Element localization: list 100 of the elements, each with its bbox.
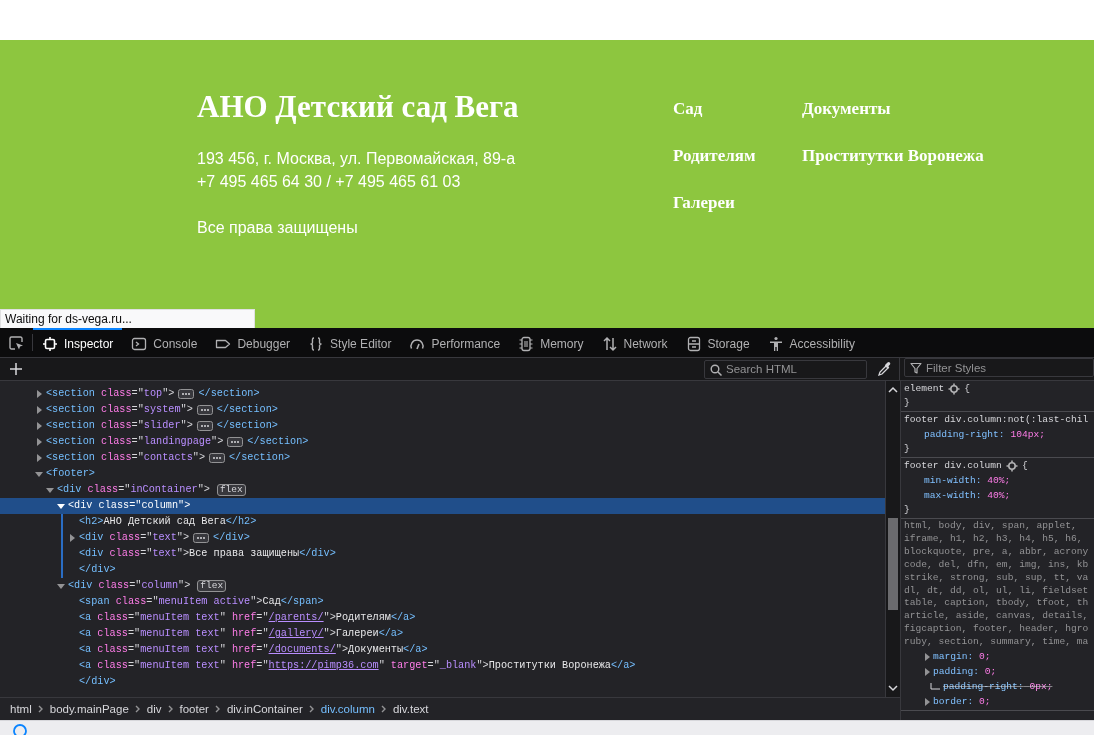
chevron-icon (167, 705, 174, 713)
filter-field[interactable]: Filter Styles (904, 358, 1094, 377)
tree-row[interactable]: <footer> (0, 466, 885, 482)
tree-branch-icon (930, 683, 941, 691)
devtools-tab[interactable]: Debugger (206, 328, 300, 357)
flex-badge[interactable]: flex (216, 484, 246, 496)
tree-row[interactable]: <section class="landingpage"> </section> (0, 434, 885, 450)
markup-code: </div> (213, 531, 250, 545)
twisty-icon[interactable] (56, 581, 66, 591)
devtools-tab[interactable]: Performance (400, 328, 510, 357)
flex-badge[interactable]: flex (197, 580, 227, 592)
tree-row[interactable]: <section class="system"> </section> (0, 402, 885, 418)
more-icon[interactable] (193, 533, 210, 543)
css-declaration: padding-right: 0px; (943, 680, 1053, 695)
css-declaration: border: 0; (933, 695, 991, 710)
twisty-icon[interactable] (34, 437, 44, 447)
copyright-text: Все права защищены (197, 218, 359, 238)
tree-row[interactable]: <section class="slider"> </section> (0, 418, 885, 434)
filter-icon (910, 362, 922, 374)
css-selector: footer div.column:not(:last-chil (904, 413, 1089, 427)
breadcrumb[interactable]: div (142, 703, 166, 715)
twisty-icon[interactable] (34, 453, 44, 463)
chevron-icon (380, 705, 387, 713)
markup-code: <a class="menuItem text" href="/gallery/">Галереи</a> (79, 627, 404, 641)
breadcrumb[interactable]: div.text (388, 703, 433, 715)
markup-code: <section class="landingpage"> (46, 435, 224, 449)
more-icon[interactable] (196, 405, 213, 415)
markup-code: </section> (216, 419, 278, 433)
search-field[interactable]: Search HTML (704, 359, 867, 379)
css-brace: { (1021, 459, 1028, 473)
markup-code: </section> (216, 403, 278, 417)
twisty-icon[interactable] (34, 389, 44, 399)
markup-code: <footer> (46, 467, 95, 481)
markup-code: </div> (79, 563, 116, 577)
tree-row[interactable]: <div class="column"> flex (0, 578, 885, 594)
scrollbar[interactable] (885, 381, 900, 697)
css-selector: element (904, 382, 945, 396)
tab-icon (308, 335, 325, 352)
css-declaration: min-width: 40%; (924, 474, 1011, 488)
more-icon[interactable] (209, 453, 225, 463)
markup-code: <div class="text"> (79, 531, 190, 545)
tree-row[interactable]: <section class="top"> </section> (0, 386, 885, 402)
markup-code: </section> (247, 435, 309, 449)
tree-row[interactable]: <div class="inContainer"> flex (0, 482, 885, 498)
eyedropper-icon[interactable] (877, 361, 891, 377)
twisty-icon[interactable] (45, 485, 55, 495)
devtools-tab[interactable]: Console (122, 328, 207, 357)
markup-code: </div> (79, 675, 116, 689)
devtools-tab[interactable]: Memory (509, 328, 593, 357)
twisty-icon[interactable] (34, 405, 44, 415)
markup-code: <div class="column"> (68, 499, 191, 513)
more-icon[interactable] (196, 421, 213, 431)
add-icon[interactable] (9, 362, 23, 376)
markup-code: <div class="column"> (68, 579, 191, 593)
node-highlight-icon[interactable] (948, 383, 961, 395)
node-highlight-icon[interactable] (1005, 460, 1018, 472)
expander-icon[interactable] (924, 651, 931, 662)
breadcrumb[interactable]: html (6, 703, 36, 715)
scroll-up-icon[interactable] (888, 386, 898, 394)
devtools-tab[interactable]: Storage (676, 328, 759, 357)
devtools-tab[interactable]: Accessibility (758, 328, 864, 357)
breadcrumb[interactable]: footer (175, 703, 213, 715)
tree-row[interactable]: <a class="menuItem text" href="/gallery/">Галереи</a> (0, 626, 885, 642)
tab-icon (601, 335, 618, 352)
tree-row[interactable]: <a class="menuItem text" href="/parents/">Родителям</a> (0, 610, 885, 626)
breadcrumb[interactable]: body.mainPage (45, 703, 133, 715)
expander-icon[interactable] (924, 696, 931, 707)
scroll-thumb[interactable] (888, 518, 898, 610)
breadcrumb[interactable]: div.inContainer (222, 703, 307, 715)
markup-code: <section class="system"> (46, 403, 193, 417)
devtools-tab[interactable]: Network (592, 328, 677, 357)
css-brace: { (964, 382, 971, 396)
chevron-icon (134, 705, 141, 713)
scroll-down-icon[interactable] (888, 684, 898, 692)
css-declaration: max-width: 40%; (924, 489, 1011, 503)
tree-row[interactable]: <a class="menuItem text" href="/documents/">Документы</a> (0, 642, 885, 658)
tree-row[interactable]: <section class="contacts"> </section> (0, 450, 885, 466)
tree-row[interactable]: <div class="column"> (0, 498, 885, 514)
chevron-icon (308, 705, 315, 713)
markup-code: <section class="contacts"> (46, 451, 205, 465)
markup-code: <div class="inContainer"> (57, 483, 210, 497)
css-declaration: margin: 0; (933, 650, 991, 665)
tree-row[interactable]: <span class="menuItem active">Сад</span> (0, 594, 885, 610)
more-icon[interactable] (227, 437, 244, 447)
twisty-icon[interactable] (34, 469, 44, 479)
breadcrumb[interactable]: div.column (316, 703, 379, 715)
devtools-tab[interactable]: Style Editor (299, 328, 401, 357)
markup-code: <span class="menuItem active">Сад</span> (79, 595, 324, 609)
tree-row[interactable]: <a class="menuItem text" href="https://pimp36.com" target="_blank">Проститутки Воронежа</a> (0, 658, 885, 674)
expander-icon[interactable] (924, 666, 931, 677)
twisty-icon[interactable] (67, 533, 77, 543)
more-icon[interactable] (178, 389, 195, 399)
tree-row[interactable]: </div> (0, 674, 885, 690)
site-title: АНО Детский сад Вега (197, 88, 520, 126)
pick-element-icon[interactable] (8, 335, 24, 351)
tab-icon (767, 335, 784, 352)
address-line: +7 495 465 64 30 / +7 495 465 61 03 (197, 172, 462, 192)
twisty-icon[interactable] (34, 421, 44, 431)
twisty-icon[interactable] (56, 501, 66, 511)
css-brace: } (904, 396, 910, 410)
